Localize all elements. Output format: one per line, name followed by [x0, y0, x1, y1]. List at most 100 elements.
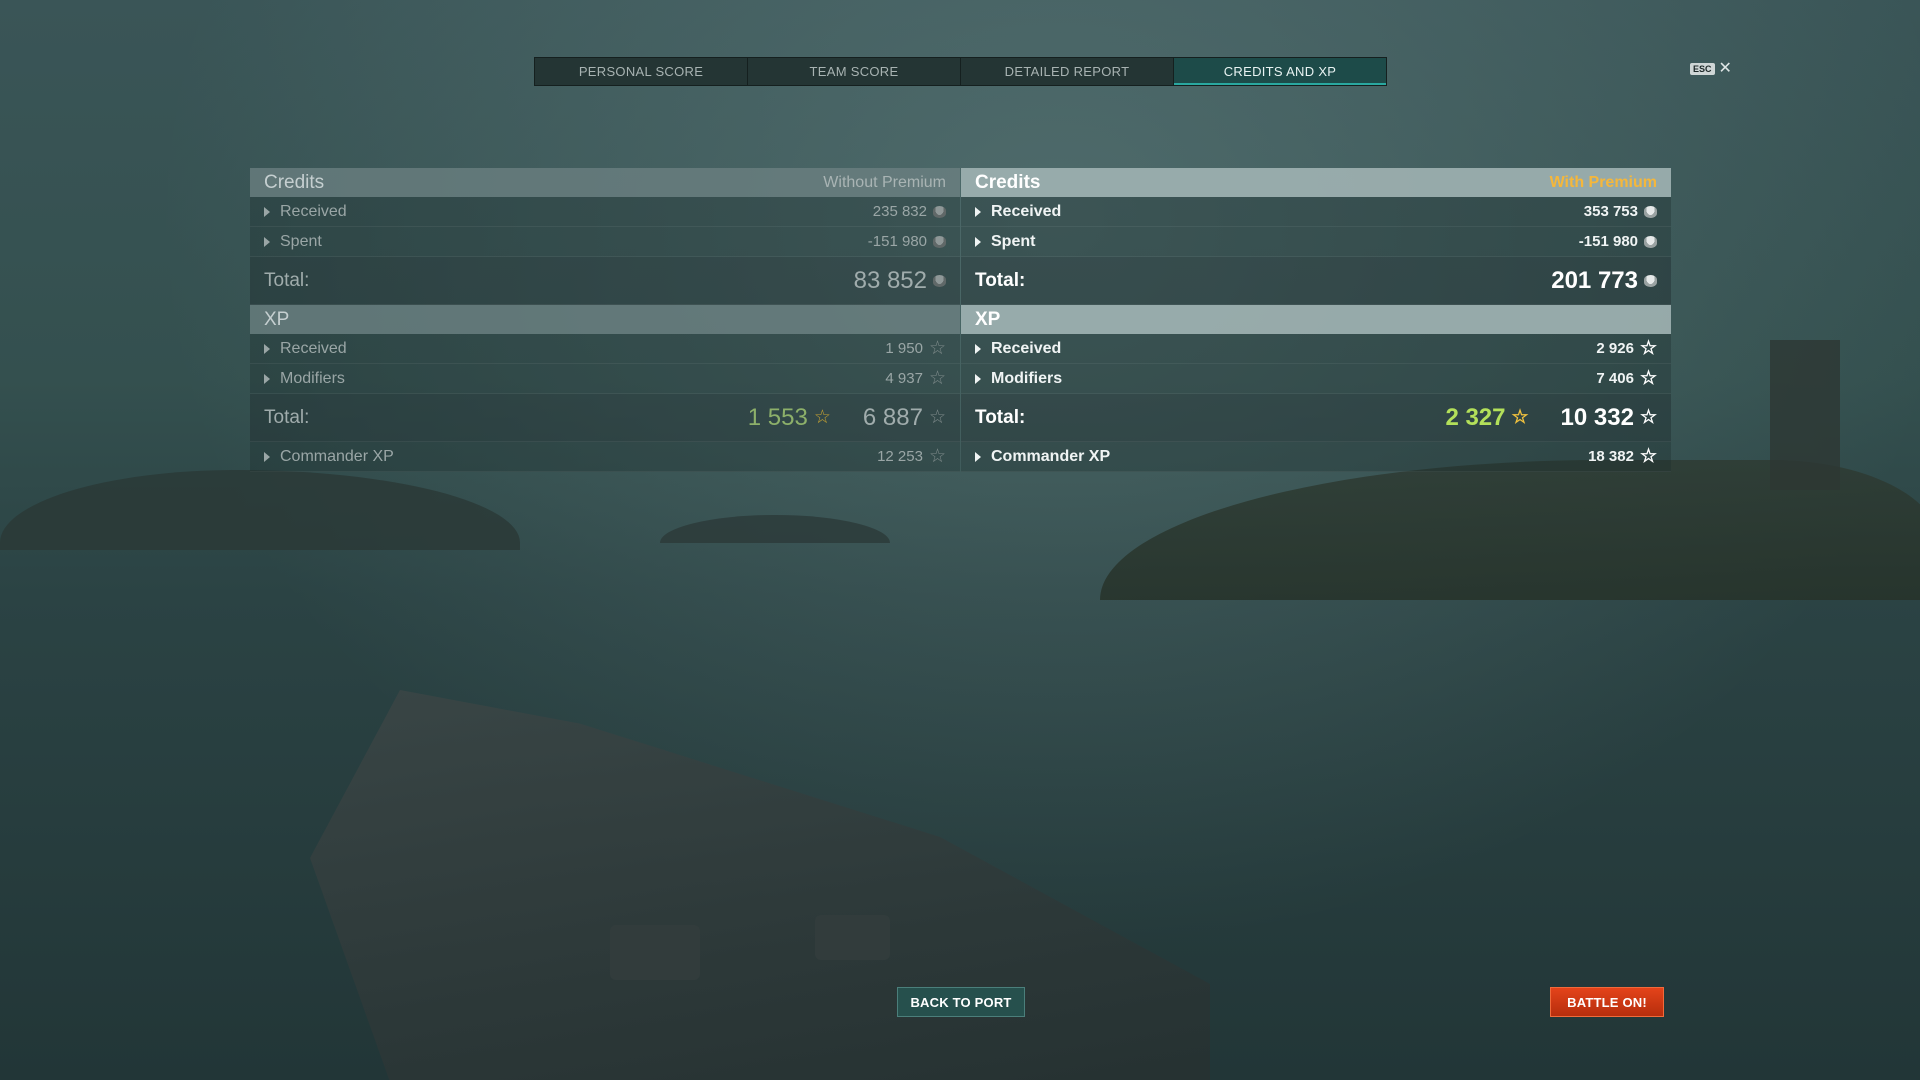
close-icon: ✕ [1718, 60, 1732, 77]
tab-team-score[interactable]: TEAM SCORE [748, 57, 961, 86]
credits-title: Credits [975, 171, 1041, 193]
credits-icon [1644, 205, 1657, 218]
expand-arrow-icon [975, 236, 981, 247]
credits-header: Credits With Premium [961, 168, 1671, 197]
total-label: Total: [264, 269, 310, 291]
tab-personal-score[interactable]: PERSONAL SCORE [534, 57, 748, 86]
credits-spent-value: -151 980 [867, 233, 927, 250]
xp-total-value: 6 887 [862, 403, 923, 431]
expand-arrow-icon [975, 373, 981, 384]
total-label: Total: [975, 406, 1026, 428]
xp-title: XP [975, 308, 1001, 330]
commander-xp-row[interactable]: Commander XP 18 382 ☆ [961, 442, 1671, 472]
commander-xp-row[interactable]: Commander XP 12 253 ☆ [250, 442, 960, 472]
credits-icon [933, 205, 946, 218]
row-label: Received [280, 339, 347, 357]
total-label: Total: [264, 406, 310, 428]
back-to-port-button[interactable]: BACK TO PORT [897, 987, 1025, 1017]
background-scene [0, 0, 1920, 1080]
total-label: Total: [975, 269, 1026, 291]
expand-arrow-icon [264, 451, 270, 462]
with-premium-label: With Premium [1549, 173, 1657, 191]
xp-received-row[interactable]: Received 2 926 ☆ [961, 334, 1671, 364]
credits-received-value: 353 753 [1583, 203, 1638, 220]
xp-header: XP [961, 305, 1671, 334]
free-xp-star-icon: ☆ [813, 407, 831, 428]
row-label: Spent [991, 232, 1036, 250]
xp-modifiers-row[interactable]: Modifiers 7 406 ☆ [961, 364, 1671, 394]
credits-spent-row[interactable]: Spent -151 980 [250, 227, 960, 257]
row-label: Commander XP [280, 447, 394, 465]
credits-spent-row[interactable]: Spent -151 980 [961, 227, 1671, 257]
xp-header: XP [250, 305, 960, 334]
credits-total-value: 83 852 [853, 266, 927, 294]
island-middle [660, 515, 890, 543]
xp-modifiers-value: 4 937 [885, 370, 923, 387]
expand-arrow-icon [264, 236, 270, 247]
credits-total-value: 201 773 [1551, 266, 1638, 294]
xp-title: XP [264, 308, 290, 330]
free-xp-star-icon: ☆ [1511, 407, 1529, 428]
xp-received-value: 2 926 [1596, 340, 1634, 357]
credits-spent-value: -151 980 [1578, 233, 1638, 250]
xp-total-row: Total: 1 553 ☆ 6 887 ☆ [250, 394, 960, 442]
credits-received-row[interactable]: Received 235 832 [250, 197, 960, 227]
ship-turret [610, 925, 700, 980]
credits-title: Credits [264, 171, 325, 193]
island-left [0, 470, 520, 550]
panel-without-premium: Credits Without Premium Received 235 832… [250, 168, 960, 472]
xp-total-value: 10 332 [1560, 403, 1634, 431]
xp-star-icon: ☆ [928, 446, 946, 467]
free-xp-total-value: 1 553 [747, 403, 808, 431]
expand-arrow-icon [975, 343, 981, 354]
commander-xp-value: 18 382 [1588, 448, 1634, 465]
credits-total-row: Total: 83 852 [250, 257, 960, 305]
battle-on-button[interactable]: BATTLE ON! [1550, 987, 1664, 1017]
xp-star-icon: ☆ [1639, 368, 1657, 389]
xp-star-icon: ☆ [928, 368, 946, 389]
xp-modifiers-row[interactable]: Modifiers 4 937 ☆ [250, 364, 960, 394]
without-premium-label: Without Premium [823, 173, 946, 191]
credits-header: Credits Without Premium [250, 168, 960, 197]
ship-hull [310, 690, 1210, 1080]
island-right [1100, 460, 1920, 600]
expand-arrow-icon [264, 343, 270, 354]
row-label: Modifiers [991, 369, 1063, 387]
row-label: Received [991, 202, 1062, 220]
commander-xp-value: 12 253 [877, 448, 923, 465]
expand-arrow-icon [975, 451, 981, 462]
xp-star-icon: ☆ [928, 407, 946, 428]
tab-credits-and-xp[interactable]: CREDITS AND XP [1174, 57, 1387, 86]
xp-star-icon: ☆ [1639, 338, 1657, 359]
xp-total-row: Total: 2 327 ☆ 10 332 ☆ [961, 394, 1671, 442]
expand-arrow-icon [264, 373, 270, 384]
tab-detailed-report[interactable]: DETAILED REPORT [961, 57, 1174, 86]
ship-turret [815, 915, 890, 960]
result-tabs: PERSONAL SCORE TEAM SCORE DETAILED REPOR… [534, 57, 1387, 86]
xp-received-row[interactable]: Received 1 950 ☆ [250, 334, 960, 364]
panel-with-premium: Credits With Premium Received 353 753 Sp… [961, 168, 1671, 472]
xp-modifiers-value: 7 406 [1596, 370, 1634, 387]
row-label: Spent [280, 232, 322, 250]
xp-star-icon: ☆ [1639, 407, 1657, 428]
close-button[interactable]: ESC ✕ [1690, 60, 1732, 77]
xp-star-icon: ☆ [1639, 446, 1657, 467]
row-label: Modifiers [280, 369, 345, 387]
credits-received-row[interactable]: Received 353 753 [961, 197, 1671, 227]
row-label: Received [991, 339, 1062, 357]
pagoda-tower [1770, 340, 1840, 490]
credits-total-row: Total: 201 773 [961, 257, 1671, 305]
xp-received-value: 1 950 [885, 340, 923, 357]
xp-star-icon: ☆ [928, 338, 946, 359]
credits-icon [1644, 235, 1657, 248]
esc-key-label: ESC [1690, 63, 1715, 75]
credits-icon [933, 274, 946, 287]
free-xp-total-value: 2 327 [1445, 403, 1506, 431]
credits-icon [933, 235, 946, 248]
row-label: Commander XP [991, 447, 1111, 465]
credits-icon [1644, 274, 1657, 287]
expand-arrow-icon [264, 206, 270, 217]
expand-arrow-icon [975, 206, 981, 217]
row-label: Received [280, 202, 347, 220]
credits-received-value: 235 832 [872, 203, 927, 220]
